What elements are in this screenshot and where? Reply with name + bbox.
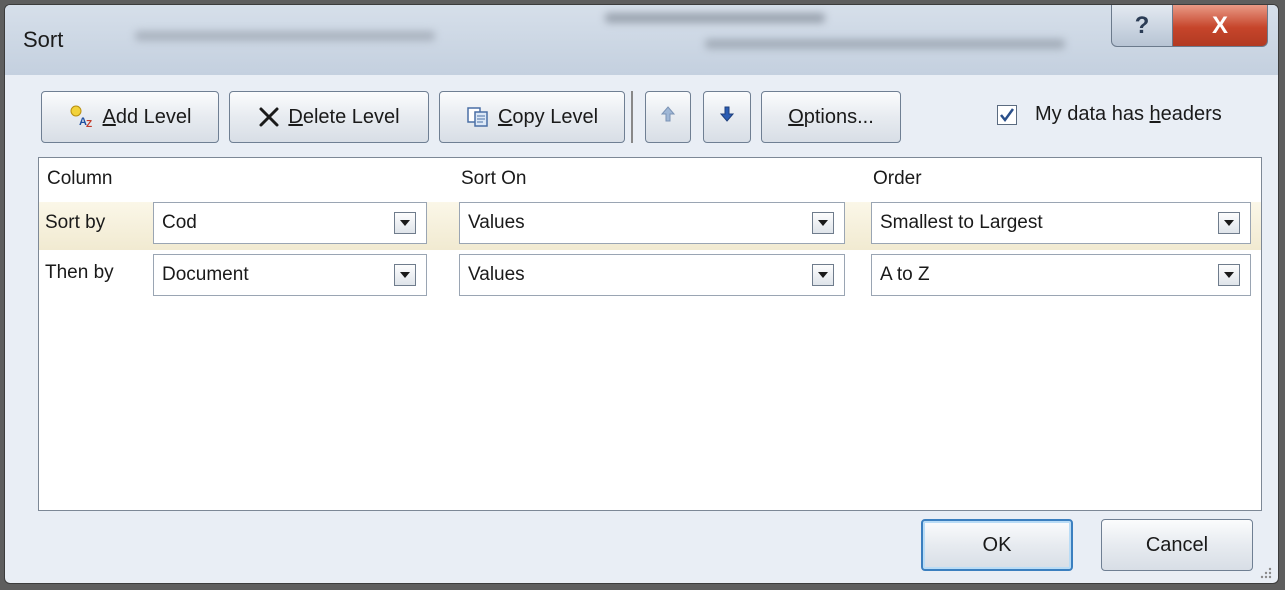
dropdown-arrow-icon[interactable] <box>394 264 416 286</box>
dropdown-arrow-icon[interactable] <box>1218 212 1240 234</box>
move-up-button[interactable] <box>645 91 691 143</box>
column-header: Column <box>47 168 113 189</box>
options-label: Options... <box>788 105 874 128</box>
sort-by-order-select[interactable]: Smallest to Largest <box>871 202 1251 244</box>
then-by-sort-on-select[interactable]: Values <box>459 254 845 296</box>
copy-level-label: Copy Level <box>497 105 599 128</box>
sort-levels-grid: Column Sort On Order Sort by Cod Values … <box>38 157 1262 511</box>
dialog-title: Sort <box>23 27 64 52</box>
combo-value: Values <box>468 264 525 285</box>
order-header: Order <box>873 168 922 189</box>
add-level-button[interactable]: A Z Add Level <box>41 91 219 143</box>
svg-text:Z: Z <box>86 119 92 129</box>
combo-value: Smallest to Largest <box>880 212 1043 233</box>
sort-by-label: Sort by <box>45 212 106 233</box>
arrow-up-icon <box>660 105 676 129</box>
arrow-down-icon <box>719 105 735 129</box>
options-button[interactable]: Options... <box>761 91 901 143</box>
checkbox-box[interactable] <box>997 104 1017 125</box>
add-level-icon: A Z <box>69 105 95 129</box>
delete-level-button[interactable]: Delete Level <box>229 91 429 143</box>
then-by-column-select[interactable]: Document <box>153 254 427 296</box>
combo-value: Cod <box>162 212 197 233</box>
combo-value: Document <box>162 264 249 285</box>
sort-dialog: Sort ? X A Z Add Level Delete Level Copy… <box>4 4 1279 584</box>
background-blur <box>605 13 825 23</box>
delete-x-icon <box>258 106 280 128</box>
background-blur <box>705 39 1065 49</box>
close-button[interactable]: X <box>1172 5 1268 47</box>
delete-level-label: Delete Level <box>288 105 400 128</box>
ok-button[interactable]: OK <box>921 519 1073 571</box>
dropdown-arrow-icon[interactable] <box>812 264 834 286</box>
sort-by-column-select[interactable]: Cod <box>153 202 427 244</box>
check-mark-icon <box>1000 107 1015 122</box>
dropdown-arrow-icon[interactable] <box>394 212 416 234</box>
sort-by-sort-on-select[interactable]: Values <box>459 202 845 244</box>
resize-grip-icon[interactable] <box>1258 565 1272 579</box>
title-bar[interactable]: Sort ? X <box>5 5 1278 75</box>
combo-value: Values <box>468 212 525 233</box>
cancel-button[interactable]: Cancel <box>1101 519 1253 571</box>
move-down-button[interactable] <box>703 91 751 143</box>
add-level-label: Add Level <box>102 105 192 128</box>
dropdown-arrow-icon[interactable] <box>1218 264 1240 286</box>
combo-value: A to Z <box>880 264 930 285</box>
sort-on-header: Sort On <box>461 168 527 189</box>
background-blur <box>135 31 435 41</box>
copy-level-button[interactable]: Copy Level <box>439 91 625 143</box>
headers-label: My data has headers <box>1035 103 1222 125</box>
then-by-label: Then by <box>45 262 114 283</box>
toolbar-separator <box>631 91 633 143</box>
my-data-has-headers-checkbox[interactable]: My data has headers <box>997 103 1222 126</box>
then-by-order-select[interactable]: A to Z <box>871 254 1251 296</box>
help-button[interactable]: ? <box>1111 5 1173 47</box>
copy-icon <box>466 106 490 128</box>
dropdown-arrow-icon[interactable] <box>812 212 834 234</box>
